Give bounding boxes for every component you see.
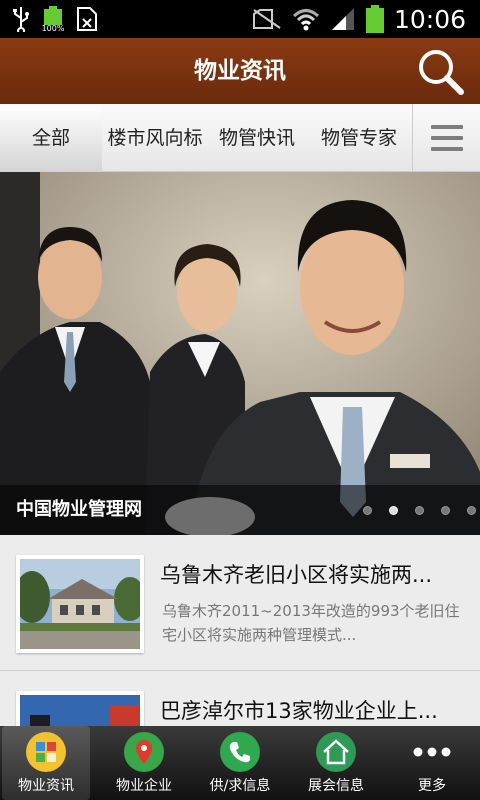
banner-caption: 中国物业管理网 xyxy=(16,499,142,520)
news-title: 乌鲁木齐老旧小区将实施两... xyxy=(160,563,433,587)
news-list: 乌鲁木齐老旧小区将实施两... 乌鲁木齐2011~2013年改造的993个老旧住… xyxy=(0,535,480,726)
list-item[interactable]: 巴彦淖尔市13家物业企业上... xyxy=(0,671,480,726)
carousel-dot[interactable] xyxy=(363,505,372,515)
usb-icon xyxy=(13,7,29,32)
signal-icon xyxy=(331,8,354,30)
carousel-dot[interactable] xyxy=(467,505,476,515)
map-pin-icon xyxy=(124,732,164,772)
wifi-icon xyxy=(292,9,319,31)
more-dots-icon xyxy=(412,732,452,772)
sim-icon xyxy=(77,7,97,31)
clock: 10:06 xyxy=(393,4,466,34)
tab-all[interactable]: 全部 xyxy=(0,104,102,172)
search-icon xyxy=(419,50,464,95)
news-title: 巴彦淖尔市13家物业企业上... xyxy=(160,699,438,723)
no-sim-icon xyxy=(252,9,281,29)
bottom-navigation: 物业资讯 物业企业 供/求信息 展会信息 更多 xyxy=(0,726,480,800)
house-icon xyxy=(316,732,356,772)
news-thumbnail xyxy=(16,555,144,653)
house-photo xyxy=(20,559,140,649)
carousel-dot[interactable] xyxy=(441,505,450,515)
battery-icon: 100% xyxy=(42,6,64,33)
title-bar: 物业资讯 xyxy=(0,38,480,104)
banner-carousel[interactable]: 中国物业管理网 xyxy=(0,172,480,535)
nav-supply-demand[interactable]: 供/求信息 xyxy=(192,726,288,800)
carousel-indicator xyxy=(363,485,476,535)
news-thumbnail xyxy=(16,691,144,726)
status-bar: 100% 10:06 xyxy=(0,0,480,38)
phone-icon xyxy=(220,732,260,772)
nav-exhibitions[interactable]: 展会信息 xyxy=(288,726,384,800)
nav-label: 物业资讯 xyxy=(18,778,74,794)
menu-icon xyxy=(430,125,463,129)
nav-property-companies[interactable]: 物业企业 xyxy=(96,726,192,800)
tab-property-experts[interactable]: 物管专家 xyxy=(306,104,412,172)
nav-label: 更多 xyxy=(418,778,446,794)
search-button[interactable] xyxy=(416,48,466,96)
tab-market-trend[interactable]: 楼市风向标 xyxy=(102,104,208,172)
news-description: 乌鲁木齐2011~2013年改造的993个老旧住宅小区将实施两种管理模式... xyxy=(162,602,460,644)
banner-image xyxy=(0,172,480,535)
tab-property-news[interactable]: 物管快讯 xyxy=(208,104,306,172)
list-item[interactable]: 乌鲁木齐老旧小区将实施两... 乌鲁木齐2011~2013年改造的993个老旧住… xyxy=(0,535,480,671)
battery-icon xyxy=(365,5,384,33)
menu-button[interactable] xyxy=(412,104,480,172)
category-tabs: 全部 楼市风向标 物管快讯 物管专家 xyxy=(0,104,480,172)
nav-property-news[interactable]: 物业资讯 xyxy=(2,726,90,800)
nav-label: 展会信息 xyxy=(308,778,364,794)
nav-label: 供/求信息 xyxy=(209,778,271,794)
nav-more[interactable]: 更多 xyxy=(384,726,480,800)
event-photo xyxy=(20,695,140,726)
battery-percent: 100% xyxy=(41,24,65,33)
puzzle-icon xyxy=(26,732,66,772)
nav-label: 物业企业 xyxy=(116,778,172,794)
banner-caption-bar: 中国物业管理网 xyxy=(0,485,480,535)
page-title: 物业资讯 xyxy=(194,58,286,84)
carousel-dot-active[interactable] xyxy=(389,505,398,515)
carousel-dot[interactable] xyxy=(415,505,424,515)
